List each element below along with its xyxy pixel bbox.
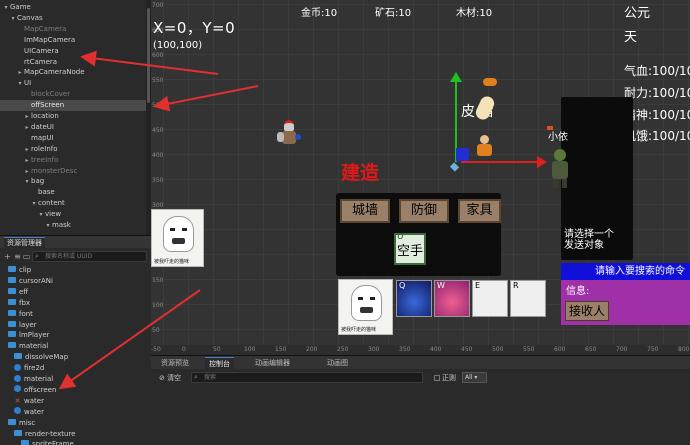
tab-asset-preview[interactable]: 资源预览 <box>157 357 193 369</box>
clear-label: 清空 <box>167 374 182 382</box>
bottom-tabbar: 资源预览 控制台 动画编辑器 动画图 <box>151 356 690 369</box>
console-panel: 资源预览 控制台 动画编辑器 动画图 ⊘ 清空 ⌕ 搜索 正则 All ▾ <box>151 355 690 445</box>
console-toolbar: ⊘ 清空 ⌕ 搜索 正则 All ▾ <box>151 371 690 384</box>
arrow-to-rtcamera <box>80 50 219 75</box>
regex-label: 正则 <box>442 374 456 382</box>
clear-button[interactable]: ⊘ 清空 <box>159 373 181 383</box>
checkbox-box[interactable] <box>434 375 440 381</box>
editor-window: ▾ Game ▾ Canvas MapCamera ImMapCamera UICamera… <box>0 0 690 445</box>
tab-animation-graph[interactable]: 动画图 <box>323 357 352 369</box>
log-level-value: All <box>465 374 473 381</box>
console-search-placeholder: 搜索 <box>204 374 217 381</box>
regex-checkbox[interactable]: 正则 <box>434 373 456 383</box>
tab-console[interactable]: 控制台 <box>205 357 234 369</box>
console-search-icon: ⌕ <box>194 373 198 381</box>
tab-animation-editor[interactable]: 动画编辑器 <box>251 357 294 369</box>
console-search-input[interactable]: ⌕ 搜索 <box>191 372 423 383</box>
arrow-to-offscreen <box>153 85 259 112</box>
log-level-select[interactable]: All ▾ <box>462 372 487 383</box>
